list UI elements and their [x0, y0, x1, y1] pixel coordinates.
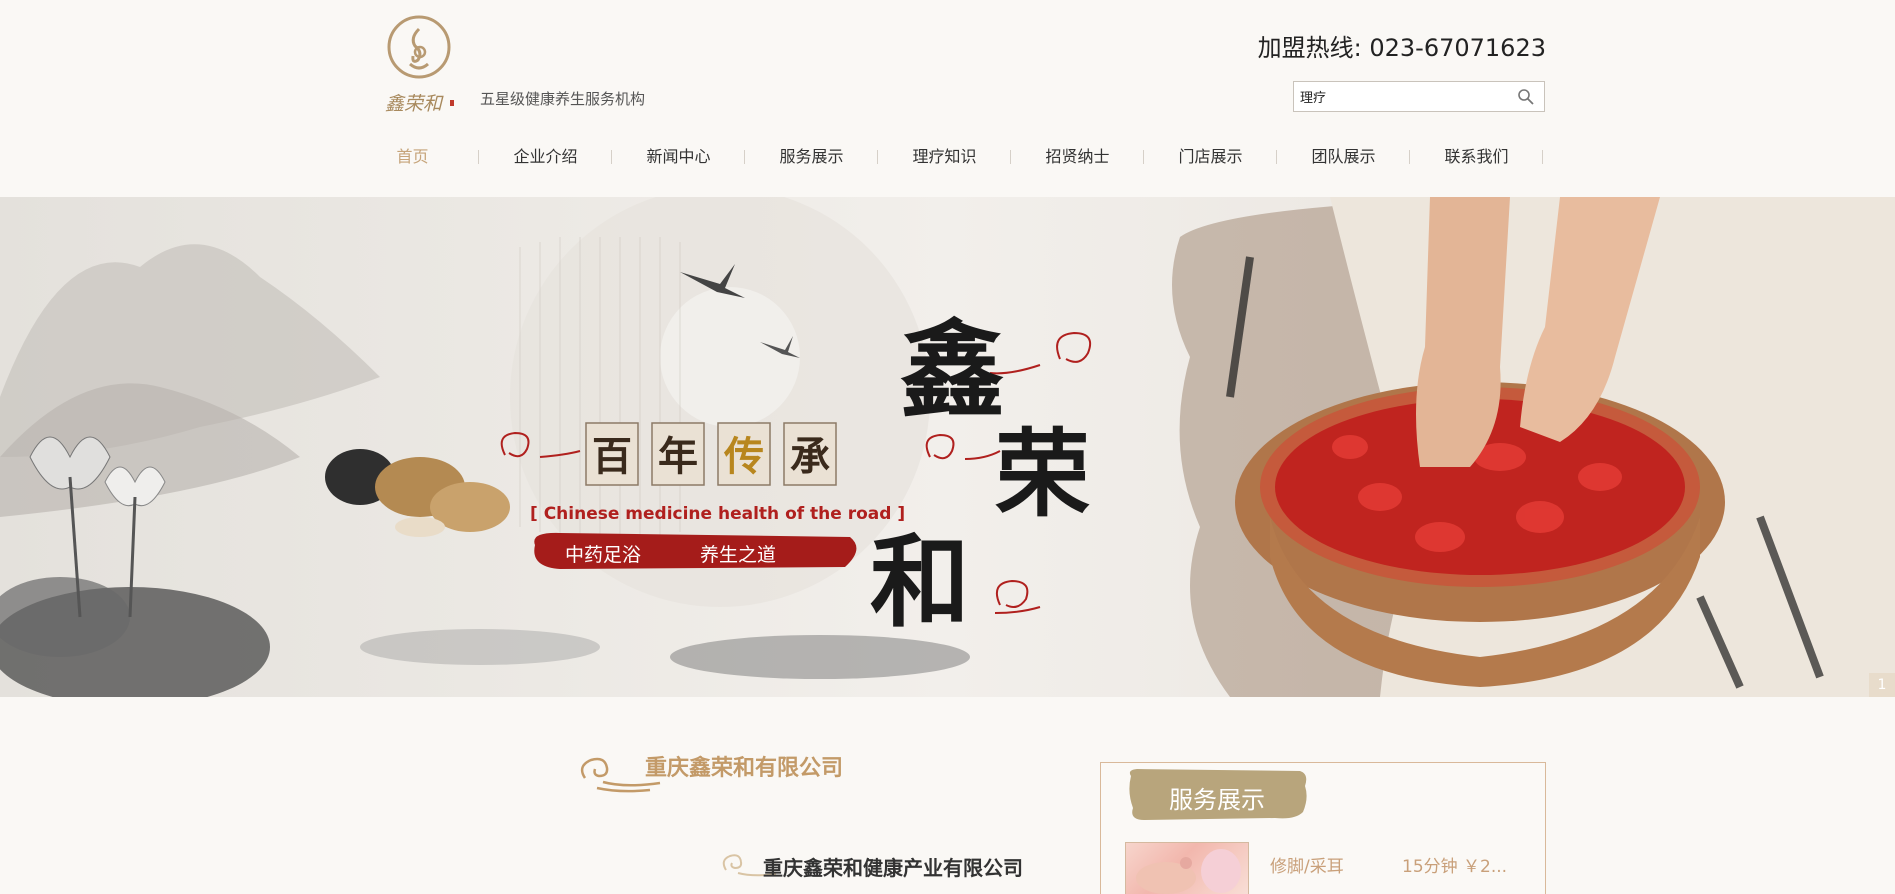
stamp-char-1: 百: [592, 433, 632, 480]
company-subheading: 重庆鑫荣和健康产业有限公司: [718, 848, 1023, 884]
search-input[interactable]: [1294, 82, 1509, 111]
franchise-hotline: 加盟热线: 023-67071623: [1257, 34, 1546, 62]
nav-item-knowledge[interactable]: 理疗知识: [878, 140, 1011, 174]
nav-item-about[interactable]: 企业介绍: [479, 140, 612, 174]
slide-indicator[interactable]: 1: [1869, 673, 1895, 697]
service-item[interactable]: 修脚/采耳 15分钟 ￥2...: [1125, 842, 1545, 894]
nav-item-stores[interactable]: 门店展示: [1144, 140, 1277, 174]
stamp-char-2: 年: [658, 433, 698, 480]
nav-item-news[interactable]: 新闻中心: [612, 140, 745, 174]
company-heading-text: 重庆鑫荣和有限公司: [645, 756, 844, 781]
stamp-char-3: 传: [723, 433, 764, 480]
brand-logo[interactable]: 鑫荣和: [382, 14, 460, 120]
banner-ribbon-left: 中药足浴: [565, 544, 641, 566]
search-box: [1293, 81, 1545, 112]
nav-item-team[interactable]: 团队展示: [1277, 140, 1410, 174]
banner-ribbon-right: 养生之道: [700, 544, 776, 566]
site-header: 鑫荣和 五星级健康养生服务机构 加盟热线: 023-67071623 首页 企业…: [0, 0, 1895, 197]
services-panel: 服务展示 修脚/采耳 15分钟 ￥2...: [1100, 762, 1546, 894]
calligraphy-char-3: 和: [870, 523, 970, 641]
calligraphy-char-2: 荣: [995, 419, 1090, 530]
service-price: 15分钟 ￥2...: [1402, 857, 1508, 877]
calligraphy-char-1: 鑫: [900, 308, 1005, 432]
svg-text:鑫荣和: 鑫荣和: [385, 93, 444, 115]
company-subheading-text: 重庆鑫荣和健康产业有限公司: [763, 856, 1023, 880]
service-name[interactable]: 修脚/采耳: [1270, 852, 1344, 877]
services-title-text: 服务展示: [1169, 786, 1265, 814]
nav-item-services[interactable]: 服务展示: [745, 140, 878, 174]
hero-banner[interactable]: 百 年 传 承 [ Chinese medicine health of the…: [0, 197, 1895, 697]
nav-item-careers[interactable]: 招贤纳士: [1011, 140, 1144, 174]
banner-english-caption: [ Chinese medicine health of the road ]: [530, 504, 905, 524]
search-icon[interactable]: [1517, 88, 1535, 106]
site-tagline: 五星级健康养生服务机构: [480, 90, 646, 108]
service-thumbnail[interactable]: [1125, 842, 1249, 894]
main-nav: 首页 企业介绍 新闻中心 服务展示 理疗知识 招贤纳士 门店展示 团队展示 联系…: [346, 140, 1546, 174]
nav-item-contact[interactable]: 联系我们: [1410, 140, 1543, 174]
stamp-char-4: 承: [790, 433, 830, 480]
services-title-badge[interactable]: 服务展示: [1125, 766, 1310, 822]
nav-item-home[interactable]: 首页: [346, 140, 479, 174]
company-heading: 重庆鑫荣和有限公司: [575, 748, 843, 797]
